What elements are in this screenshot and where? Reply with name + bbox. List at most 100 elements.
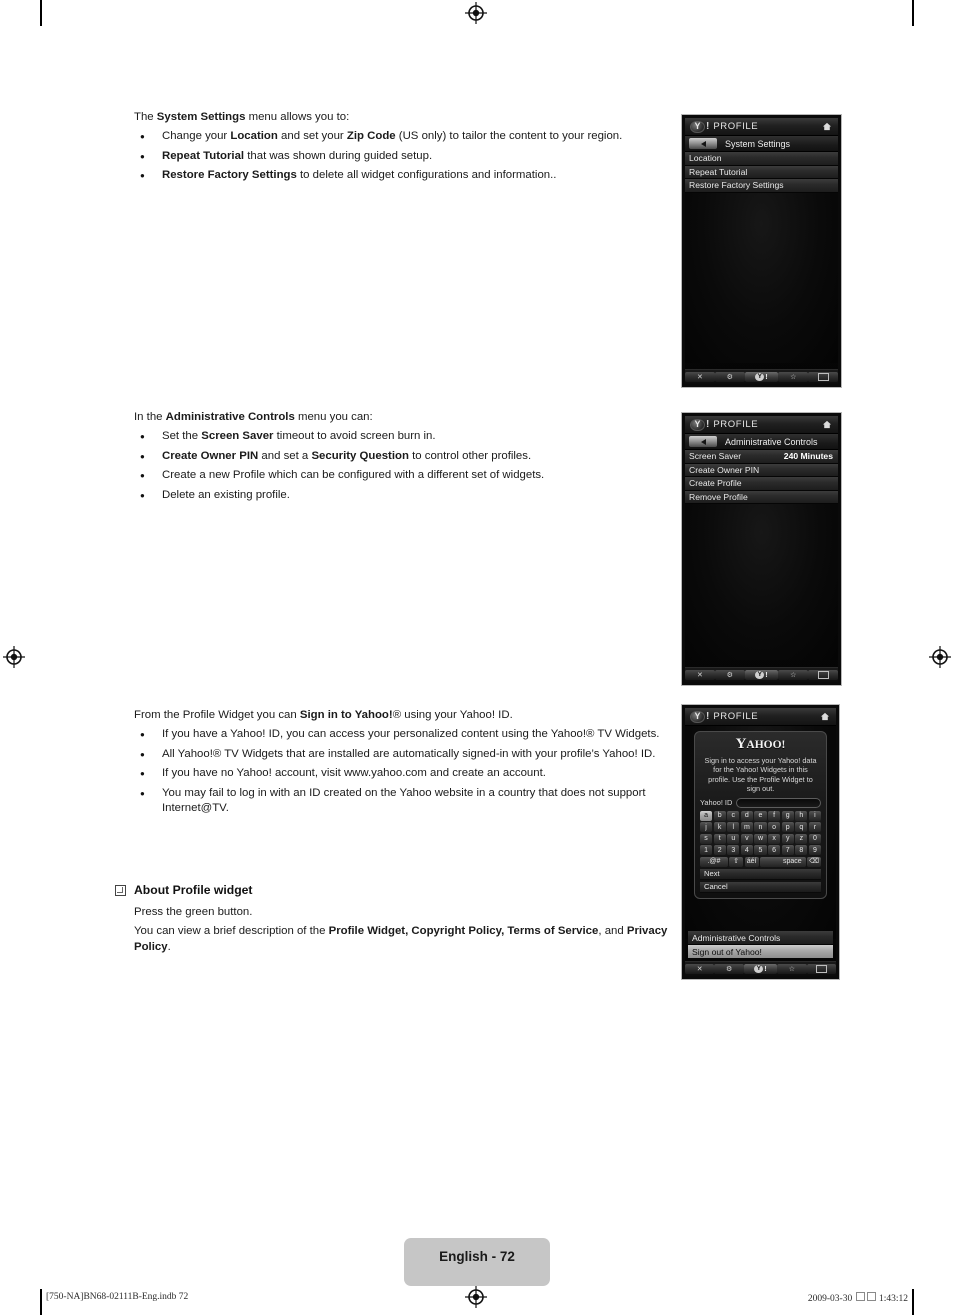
key-4[interactable]: 4 <box>740 845 753 856</box>
registration-mark-left <box>3 646 25 668</box>
key-b[interactable]: b <box>713 810 726 821</box>
action-cancel[interactable]: Cancel <box>700 881 821 893</box>
grid-glyph <box>815 965 827 973</box>
key-6[interactable]: 6 <box>768 845 781 856</box>
tv-subbar: System Settings <box>685 136 838 152</box>
key-v[interactable]: v <box>740 833 753 844</box>
yahoo-widgets-icon[interactable]: Y! <box>743 964 778 974</box>
key-g[interactable]: g <box>781 810 794 821</box>
key-w[interactable]: w <box>754 833 767 844</box>
key-5[interactable]: 5 <box>754 845 767 856</box>
close-icon[interactable]: ✕ <box>685 372 715 382</box>
crop-mark-bottom-right <box>912 1289 914 1315</box>
crop-mark-bottom-left <box>40 1289 42 1315</box>
key-f[interactable]: f <box>768 810 781 821</box>
key-u[interactable]: u <box>727 833 740 844</box>
bullet-item: Repeat Tutorial that was shown during gu… <box>134 148 674 165</box>
key-o[interactable]: o <box>768 822 781 833</box>
tv-menu-row[interactable]: Create Owner PIN <box>685 463 838 477</box>
yahoo-widgets-icon[interactable]: Y! <box>744 670 779 680</box>
bullet-emphasis: Security Question <box>311 449 409 462</box>
grid-glyph <box>817 373 829 381</box>
tv-screen: Y ! PROFILE YAHOO! Sign in to access you… <box>685 708 836 976</box>
bullet-item: Create a new Profile which can be config… <box>134 467 674 484</box>
tv-menu-row[interactable]: Remove Profile <box>685 490 838 504</box>
bullet-text: and set your <box>277 130 347 143</box>
bullet-item: Create Owner PIN and set a Security Ques… <box>134 448 674 465</box>
key-i[interactable]: i <box>808 810 821 821</box>
back-button[interactable] <box>689 138 717 149</box>
key-7[interactable]: 7 <box>781 845 794 856</box>
key-y[interactable]: y <box>781 833 794 844</box>
close-icon[interactable]: ✕ <box>685 670 715 680</box>
bullet-box-icon <box>115 885 126 896</box>
bullet-item: If you have no Yahoo! account, visit www… <box>134 765 674 782</box>
tv-titlebar: Y ! PROFILE <box>685 416 838 434</box>
key-1[interactable]: 1 <box>700 845 713 856</box>
key-h[interactable]: h <box>795 810 808 821</box>
gear-icon[interactable]: ⚙ <box>714 372 745 382</box>
tv-menu-row[interactable]: Repeat Tutorial <box>685 165 838 179</box>
yahoo-id-label: Yahoo! ID <box>700 798 733 808</box>
tv-menu-row-label: Repeat Tutorial <box>689 166 748 177</box>
text-run: You can view a brief description of the <box>134 925 329 938</box>
gear-icon[interactable]: ⚙ <box>714 964 744 974</box>
key-9[interactable]: 9 <box>808 845 821 856</box>
close-icon[interactable]: ✕ <box>685 964 715 974</box>
key-p[interactable]: p <box>781 822 794 833</box>
home-icon[interactable] <box>822 420 832 429</box>
grid-icon[interactable] <box>808 670 839 680</box>
grid-icon[interactable] <box>806 964 837 974</box>
tv-menu-row[interactable]: Location <box>685 152 838 166</box>
back-button[interactable] <box>689 436 717 447</box>
yahoo-id-input[interactable] <box>736 797 821 808</box>
about-profile-widget-heading: About Profile widget <box>115 883 674 897</box>
space-key[interactable]: space <box>760 856 806 867</box>
key-d[interactable]: d <box>740 810 753 821</box>
key-l[interactable]: l <box>727 822 740 833</box>
key-m[interactable]: m <box>740 822 753 833</box>
key-x[interactable]: x <box>768 833 781 844</box>
grid-icon[interactable] <box>808 372 839 382</box>
key-n[interactable]: n <box>754 822 767 833</box>
star-icon[interactable]: ☆ <box>778 372 809 382</box>
key-e[interactable]: e <box>754 810 767 821</box>
accents-key[interactable]: áéí <box>744 856 759 867</box>
action-next[interactable]: Next <box>700 868 821 880</box>
tv-empty-area <box>685 504 838 660</box>
yahoo-widgets-icon[interactable]: Y! <box>744 372 779 382</box>
home-icon[interactable] <box>822 122 832 131</box>
text-run: , and <box>598 925 627 938</box>
key-0[interactable]: 0 <box>808 833 821 844</box>
bullet-item: You may fail to log in with an ID create… <box>134 785 674 817</box>
key-c[interactable]: c <box>727 810 740 821</box>
key-s[interactable]: s <box>700 833 713 844</box>
profile-menu-row[interactable]: Administrative Controls <box>688 931 833 945</box>
bullet-text: All Yahoo!® TV Widgets that are installe… <box>162 747 656 760</box>
key-k[interactable]: k <box>713 822 726 833</box>
tv-menu-row-label: Remove Profile <box>689 491 748 502</box>
key-a[interactable]: a <box>700 810 713 821</box>
star-icon[interactable]: ☆ <box>777 964 807 974</box>
chevron-left-icon <box>700 140 706 147</box>
backspace-key[interactable]: ⌫ <box>807 856 821 867</box>
tv-menu-row[interactable]: Restore Factory Settings <box>685 179 838 193</box>
symbols-key[interactable]: .@# <box>700 856 728 867</box>
bullet-item: Restore Factory Settings to delete all w… <box>134 167 674 184</box>
key-j[interactable]: j <box>700 822 713 833</box>
tv-menu-row[interactable]: Screen Saver 240 Minutes <box>685 450 838 464</box>
shift-key[interactable]: ⇧ <box>729 856 744 867</box>
key-2[interactable]: 2 <box>713 845 726 856</box>
key-t[interactable]: t <box>713 833 726 844</box>
admin-controls-intro: In the Administrative Controls menu you … <box>134 410 674 425</box>
home-icon[interactable] <box>820 712 830 721</box>
key-r[interactable]: r <box>808 822 821 833</box>
tv-menu-row[interactable]: Create Profile <box>685 477 838 491</box>
key-q[interactable]: q <box>795 822 808 833</box>
profile-menu-row[interactable]: Sign out of Yahoo! <box>688 945 833 959</box>
key-8[interactable]: 8 <box>795 845 808 856</box>
gear-icon[interactable]: ⚙ <box>714 670 745 680</box>
star-icon[interactable]: ☆ <box>778 670 809 680</box>
key-3[interactable]: 3 <box>727 845 740 856</box>
key-z[interactable]: z <box>795 833 808 844</box>
